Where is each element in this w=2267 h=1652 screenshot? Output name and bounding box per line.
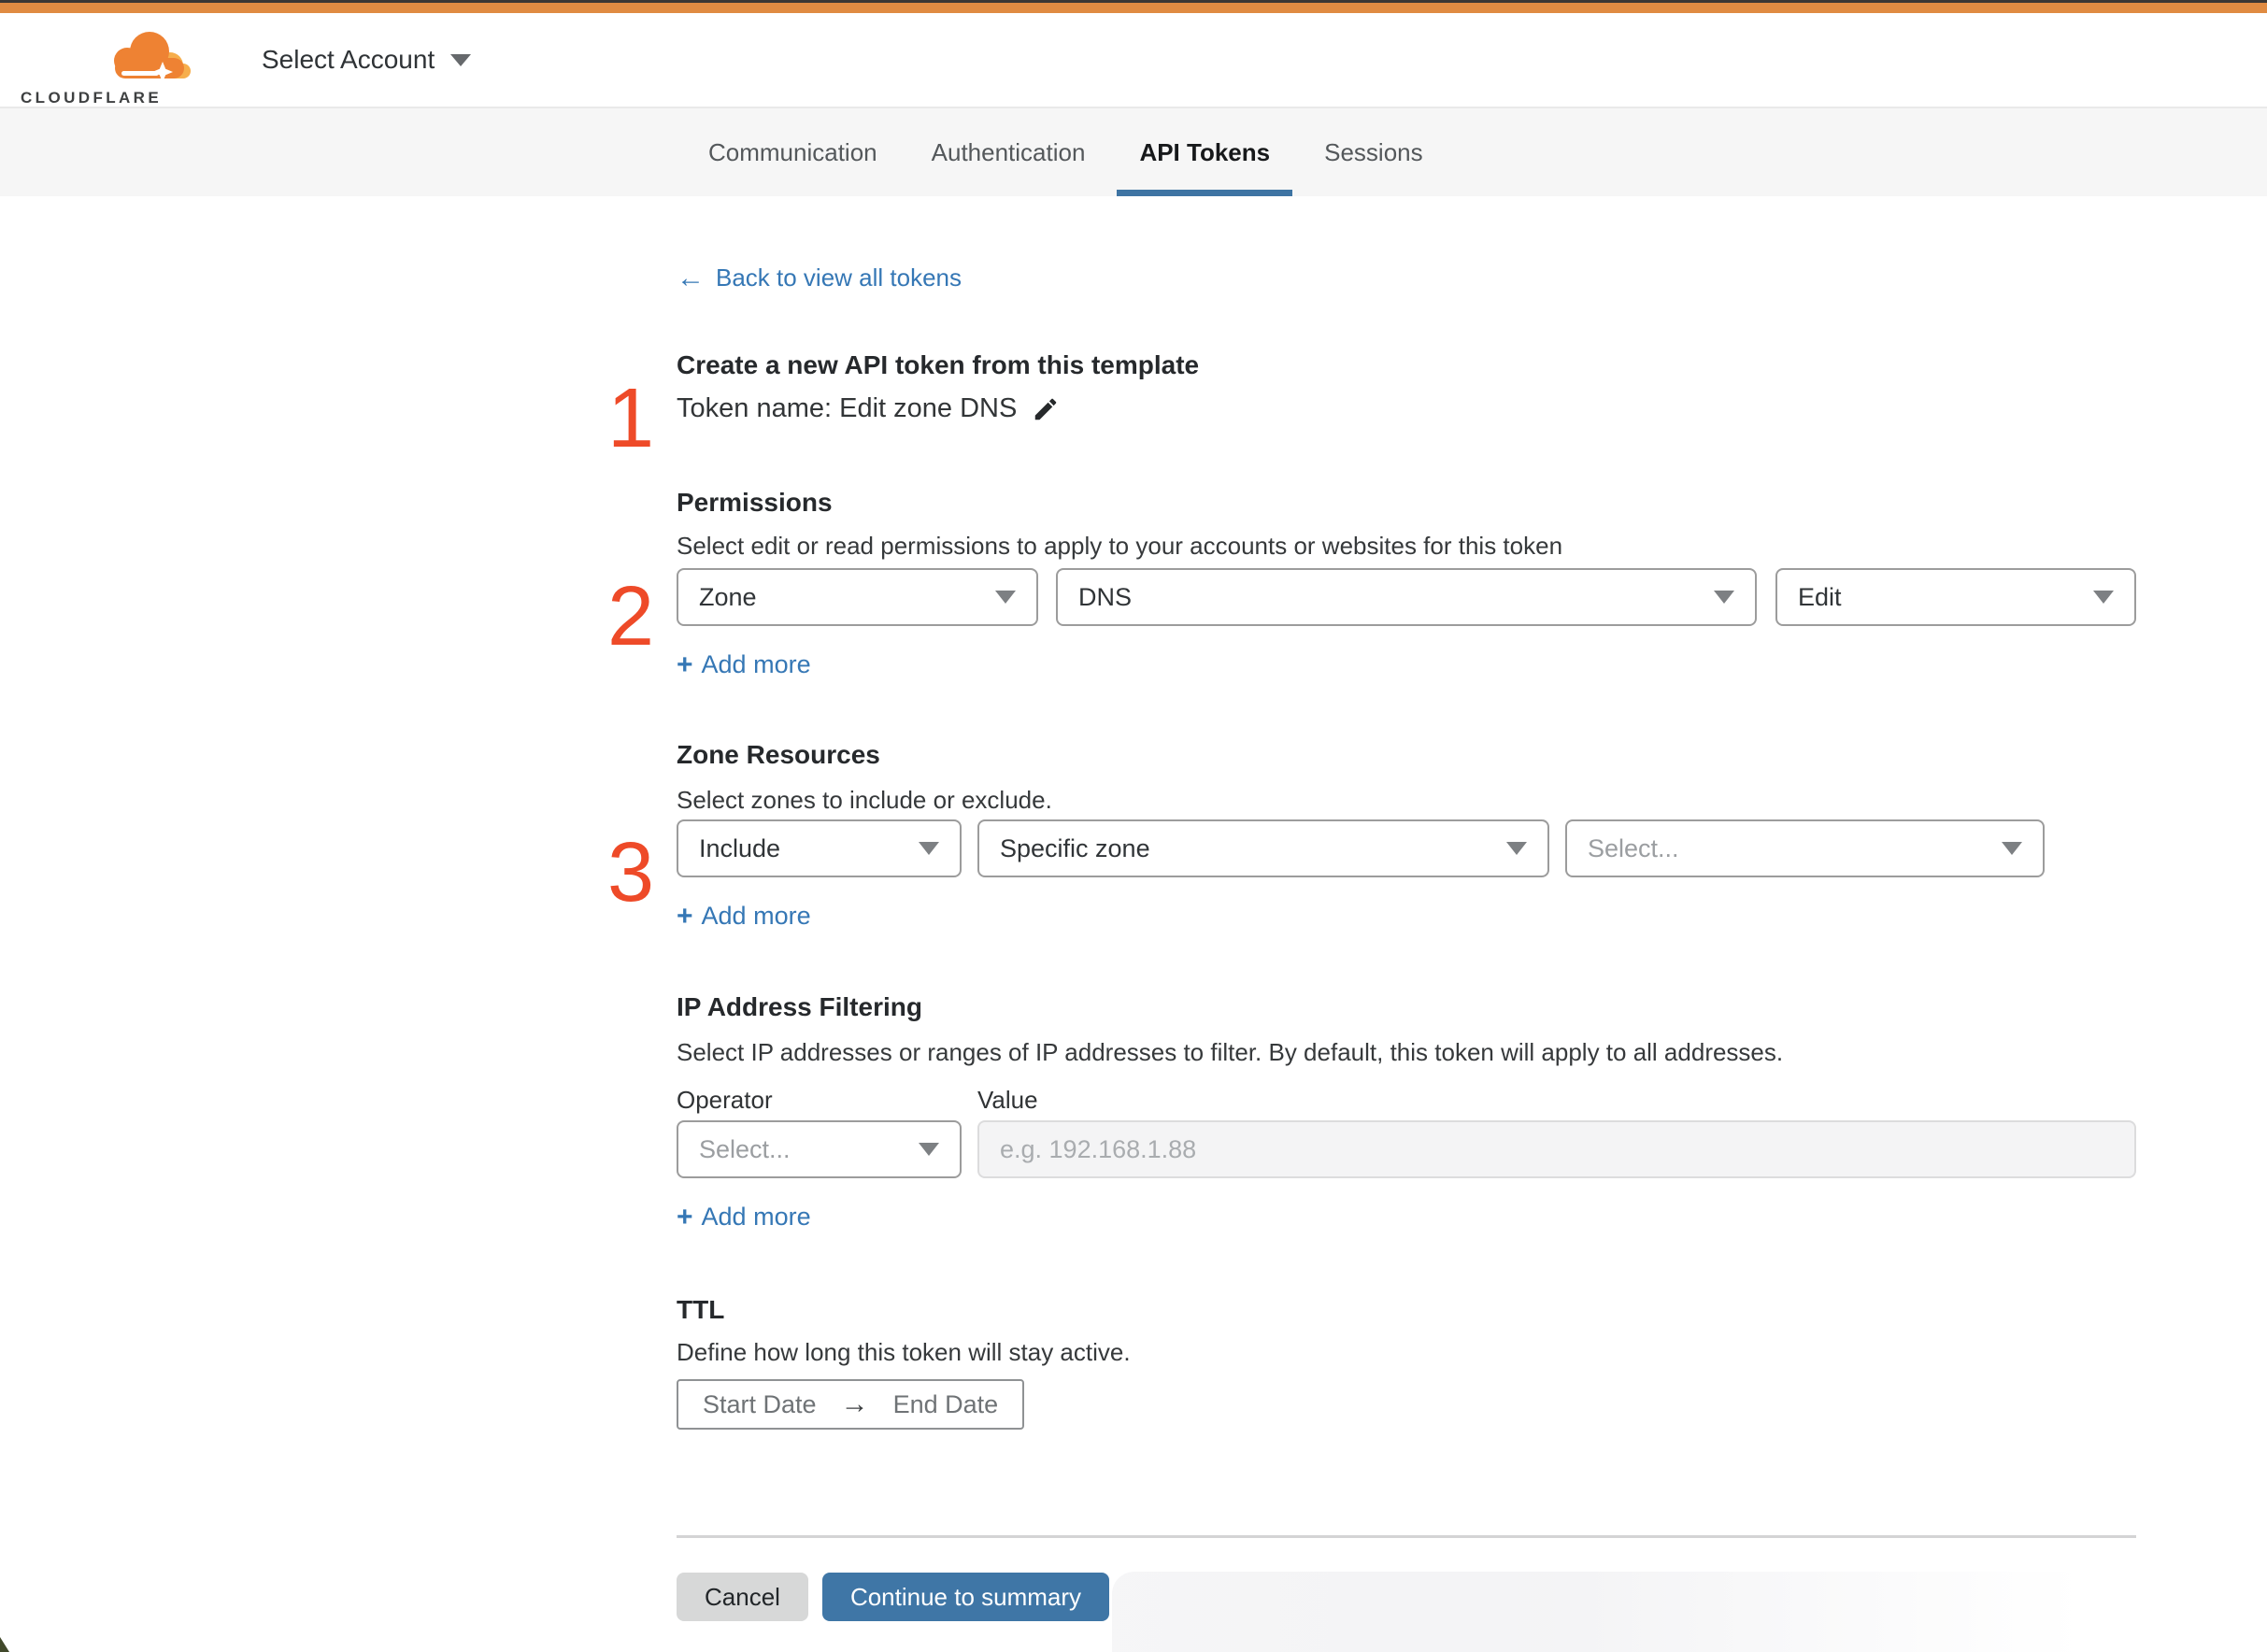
app-header: CLOUDFLARE Select Account <box>0 13 2267 107</box>
permission-scope-select[interactable]: Zone <box>677 568 1038 626</box>
value-label: Value <box>977 1086 1038 1114</box>
footer-buttons: Cancel Continue to summary <box>677 1573 2136 1621</box>
ip-filtering-row: Select... <box>677 1120 2136 1178</box>
cloudflare-cloud-icon <box>114 32 191 82</box>
tab-sessions[interactable]: Sessions <box>1302 108 1446 196</box>
chevron-down-icon <box>1714 591 1734 604</box>
zone-resources-add-more-link[interactable]: + Add more <box>677 901 811 932</box>
token-name-text: Token name: Edit zone DNS <box>677 393 1018 423</box>
plus-icon: + <box>677 648 693 680</box>
chevron-down-icon <box>2002 842 2022 855</box>
chevron-down-icon <box>1506 842 1527 855</box>
plus-icon: + <box>677 1201 693 1232</box>
cloudflare-logo-text: CLOUDFLARE <box>21 89 162 107</box>
right-arrow-icon: → <box>840 1389 869 1419</box>
permissions-row: Zone DNS Edit <box>677 568 2136 626</box>
page-title: Create a new API token from this templat… <box>677 350 1200 379</box>
plus-icon: + <box>677 900 693 932</box>
continue-to-summary-button[interactable]: Continue to summary <box>821 1573 1110 1621</box>
chevron-down-icon <box>919 842 939 855</box>
back-to-tokens-link[interactable]: ← Back to view all tokens <box>677 263 962 292</box>
add-more-label: Add more <box>701 650 811 678</box>
ttl-description: Define how long this token will stay act… <box>677 1338 1131 1366</box>
token-template-form: ← Back to view all tokens Create a new A… <box>677 196 2136 1621</box>
zone-resources-description: Select zones to include or exclude. <box>677 786 1052 814</box>
permissions-add-more-link[interactable]: + Add more <box>677 649 811 680</box>
permissions-description: Select edit or read permissions to apply… <box>677 532 1563 560</box>
ip-filtering-labels: Operator Value <box>677 1086 2136 1115</box>
add-more-label: Add more <box>701 1203 811 1231</box>
edit-pencil-icon[interactable] <box>1032 395 1060 423</box>
tab-communication[interactable]: Communication <box>686 108 900 196</box>
zone-resources-row: Include Specific zone Select... <box>677 819 2136 877</box>
zone-picker-placeholder: Select... <box>1588 833 1679 862</box>
step-number-3: 3 <box>606 826 654 919</box>
token-name-row: Token name: Edit zone DNS <box>677 393 2136 424</box>
permissions-heading: Permissions <box>677 488 833 517</box>
zone-mode-select[interactable]: Include <box>677 819 962 877</box>
operator-label: Operator <box>677 1086 773 1114</box>
ip-filtering-heading: IP Address Filtering <box>677 992 922 1021</box>
tab-authentication[interactable]: Authentication <box>909 108 1108 196</box>
zone-picker-select[interactable]: Select... <box>1565 819 2045 877</box>
ttl-heading: TTL <box>677 1295 725 1324</box>
add-more-label: Add more <box>701 902 811 930</box>
tab-api-tokens[interactable]: API Tokens <box>1117 108 1292 196</box>
permission-access-select[interactable]: Edit <box>1775 568 2136 626</box>
brand-accent-bar <box>0 3 2267 13</box>
permission-scope-value: Zone <box>699 582 757 611</box>
ttl-date-range-picker[interactable]: Start Date → End Date <box>677 1379 1025 1430</box>
account-selector[interactable]: Select Account <box>262 13 472 107</box>
zone-resources-heading: Zone Resources <box>677 740 880 769</box>
chevron-down-icon <box>995 591 1016 604</box>
ip-filtering-description: Select IP addresses or ranges of IP addr… <box>677 1038 1784 1066</box>
end-date-field[interactable]: End Date <box>893 1390 999 1419</box>
back-link-label: Back to view all tokens <box>716 263 962 292</box>
chevron-down-icon <box>450 53 472 66</box>
chevron-down-icon <box>919 1143 939 1156</box>
corner-artifact <box>0 1637 9 1652</box>
start-date-field[interactable]: Start Date <box>703 1390 817 1419</box>
footer-divider <box>677 1535 2136 1538</box>
cancel-button[interactable]: Cancel <box>677 1573 808 1621</box>
account-selector-label: Select Account <box>262 45 435 74</box>
ip-value-input[interactable] <box>977 1120 2136 1178</box>
zone-type-select[interactable]: Specific zone <box>977 819 1549 877</box>
ip-operator-placeholder: Select... <box>699 1134 791 1163</box>
profile-tabbar: Communication Authentication API Tokens … <box>0 107 2267 196</box>
permission-access-value: Edit <box>1798 582 1842 611</box>
chevron-down-icon <box>2093 591 2114 604</box>
ip-filtering-add-more-link[interactable]: + Add more <box>677 1202 811 1232</box>
permission-service-select[interactable]: DNS <box>1056 568 1757 626</box>
ip-operator-select[interactable]: Select... <box>677 1120 962 1178</box>
step-number-1: 1 <box>606 372 654 465</box>
permission-service-value: DNS <box>1078 582 1133 611</box>
zone-type-value: Specific zone <box>1000 833 1150 862</box>
zone-mode-value: Include <box>699 833 781 862</box>
step-number-2: 2 <box>606 570 654 663</box>
back-arrow-icon: ← <box>677 262 705 293</box>
cloudflare-logo: CLOUDFLARE <box>21 32 191 107</box>
